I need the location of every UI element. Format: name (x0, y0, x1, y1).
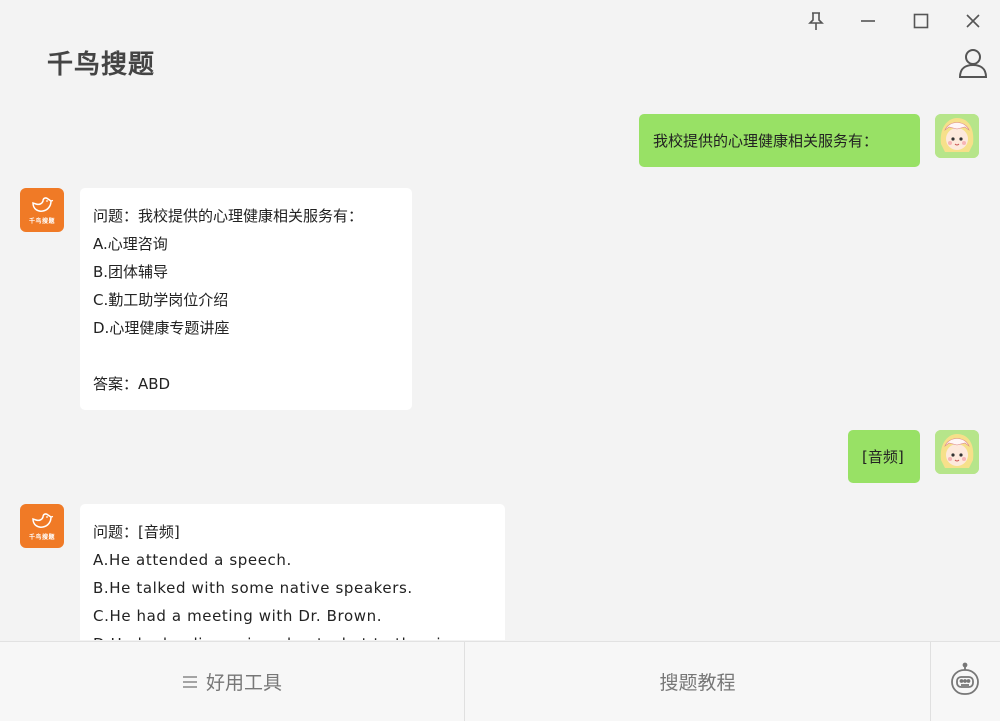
option-b: B.团体辅导 (93, 263, 169, 281)
close-icon[interactable] (960, 8, 986, 34)
user-avatar[interactable] (935, 430, 979, 474)
maximize-icon[interactable] (908, 8, 934, 34)
tutorial-label: 搜题教程 (659, 672, 736, 694)
bottom-bar: 好用工具 搜题教程 (0, 641, 1000, 721)
option-d: D.He had a discussion about what to the … (93, 630, 492, 640)
user-profile-icon[interactable] (956, 46, 990, 80)
divider (930, 642, 931, 721)
tutorial-button[interactable]: 搜题教程 (465, 642, 930, 721)
app-title: 千鸟搜题 (47, 50, 156, 80)
tools-button[interactable]: 好用工具 (0, 642, 464, 721)
user-message-bubble: 我校提供的心理健康相关服务有： (639, 114, 920, 167)
option-a: A.心理咨询 (93, 235, 168, 253)
bot-answer-bubble: 问题：[音频] A.He attended a speech. B.He tal… (80, 504, 505, 640)
minimize-icon[interactable] (855, 8, 881, 34)
bot-avatar-label: 千鸟搜题 (28, 218, 55, 225)
bird-logo-icon (32, 513, 54, 528)
question-text: 问题：[音频] (93, 523, 180, 541)
option-c: C.勤工助学岗位介绍 (93, 291, 229, 309)
bot-avatar: 千鸟搜题 (20, 504, 64, 548)
option-d: D.心理健康专题讲座 (93, 319, 230, 337)
bird-logo-icon (32, 197, 54, 212)
chat-area[interactable]: 我校提供的心理健康相关服务有： 千鸟搜题 问题：我校提供的心理健康相关服务有： … (0, 100, 1000, 640)
option-c: C.He had a meeting with Dr. Brown. (93, 607, 383, 625)
user-message-text: 我校提供的心理健康相关服务有： (653, 132, 879, 150)
robot-assistant-icon[interactable] (947, 662, 983, 698)
menu-icon (182, 675, 197, 688)
user-avatar[interactable] (935, 114, 979, 158)
pin-icon[interactable] (803, 8, 829, 34)
tools-label: 好用工具 (205, 672, 282, 694)
option-b: B.He talked with some native speakers. (93, 579, 413, 597)
question-text: 问题：我校提供的心理健康相关服务有： (93, 207, 364, 225)
bot-avatar-label: 千鸟搜题 (28, 534, 55, 541)
answer-text: 答案：ABD (93, 375, 171, 393)
user-message-bubble: [音频] (848, 430, 920, 483)
user-message-text: [音频] (862, 448, 904, 466)
bot-answer-bubble: 问题：我校提供的心理健康相关服务有： A.心理咨询 B.团体辅导 C.勤工助学岗… (80, 188, 412, 410)
option-a: A.He attended a speech. (93, 551, 292, 569)
bot-avatar: 千鸟搜题 (20, 188, 64, 232)
